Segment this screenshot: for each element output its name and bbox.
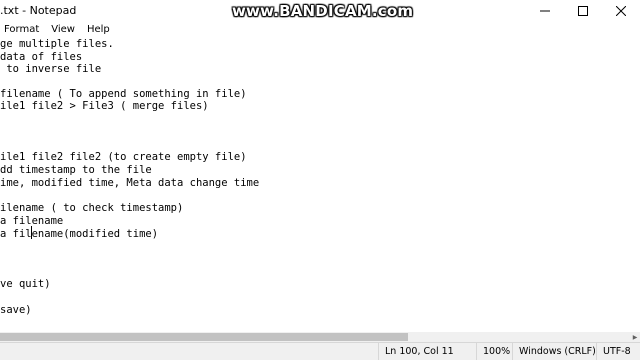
menu-bar: Format View Help (0, 22, 640, 38)
window-title: .txt - Notepad (0, 4, 77, 17)
close-button[interactable] (602, 0, 640, 22)
scrollbar-thumb[interactable] (0, 333, 408, 341)
menu-view[interactable]: View (45, 22, 81, 38)
editor-line: ve quit) (0, 278, 51, 290)
zoom-level: 100% (476, 343, 512, 360)
maximize-button[interactable] (564, 0, 602, 22)
line-ending: Windows (CRLF) (512, 343, 596, 360)
text-editor[interactable]: ge multiple files. data of files to inve… (0, 38, 640, 332)
minimize-icon (540, 10, 550, 12)
maximize-icon (578, 6, 588, 16)
menu-format[interactable]: Format (4, 22, 45, 38)
editor-line: ge multiple files. (0, 38, 114, 50)
cursor-position: Ln 100, Col 11 (378, 343, 476, 360)
editor-line: to inverse file (0, 63, 102, 75)
editor-line: save) (0, 304, 32, 316)
scroll-right-icon[interactable]: ▶ (630, 332, 640, 342)
window-controls (526, 0, 640, 22)
text-caret (31, 226, 32, 239)
close-icon (616, 6, 626, 16)
editor-line: a filename(modified time) (0, 228, 159, 240)
notepad-window: .txt - Notepad www.BANDICAM.com Format V… (0, 0, 640, 360)
editor-line: ile1 file2 > File3 ( merge files) (0, 100, 209, 112)
bandicam-watermark: www.BANDICAM.com (232, 2, 414, 20)
editor-line: dd timestamp to the file (0, 164, 152, 176)
editor-line: ilename ( to check timestamp) (0, 202, 184, 214)
encoding: UTF-8 (596, 343, 640, 360)
editor-line: ile1 file2 file2 (to create empty file) (0, 151, 247, 163)
editor-line: ime, modified time, Meta data change tim… (0, 177, 260, 189)
minimize-button[interactable] (526, 0, 564, 22)
horizontal-scrollbar[interactable]: ▶ (0, 332, 640, 342)
title-bar: .txt - Notepad www.BANDICAM.com (0, 0, 640, 22)
menu-help[interactable]: Help (81, 22, 116, 38)
status-bar: Ln 100, Col 11 100% Windows (CRLF) UTF-8 (0, 342, 640, 360)
